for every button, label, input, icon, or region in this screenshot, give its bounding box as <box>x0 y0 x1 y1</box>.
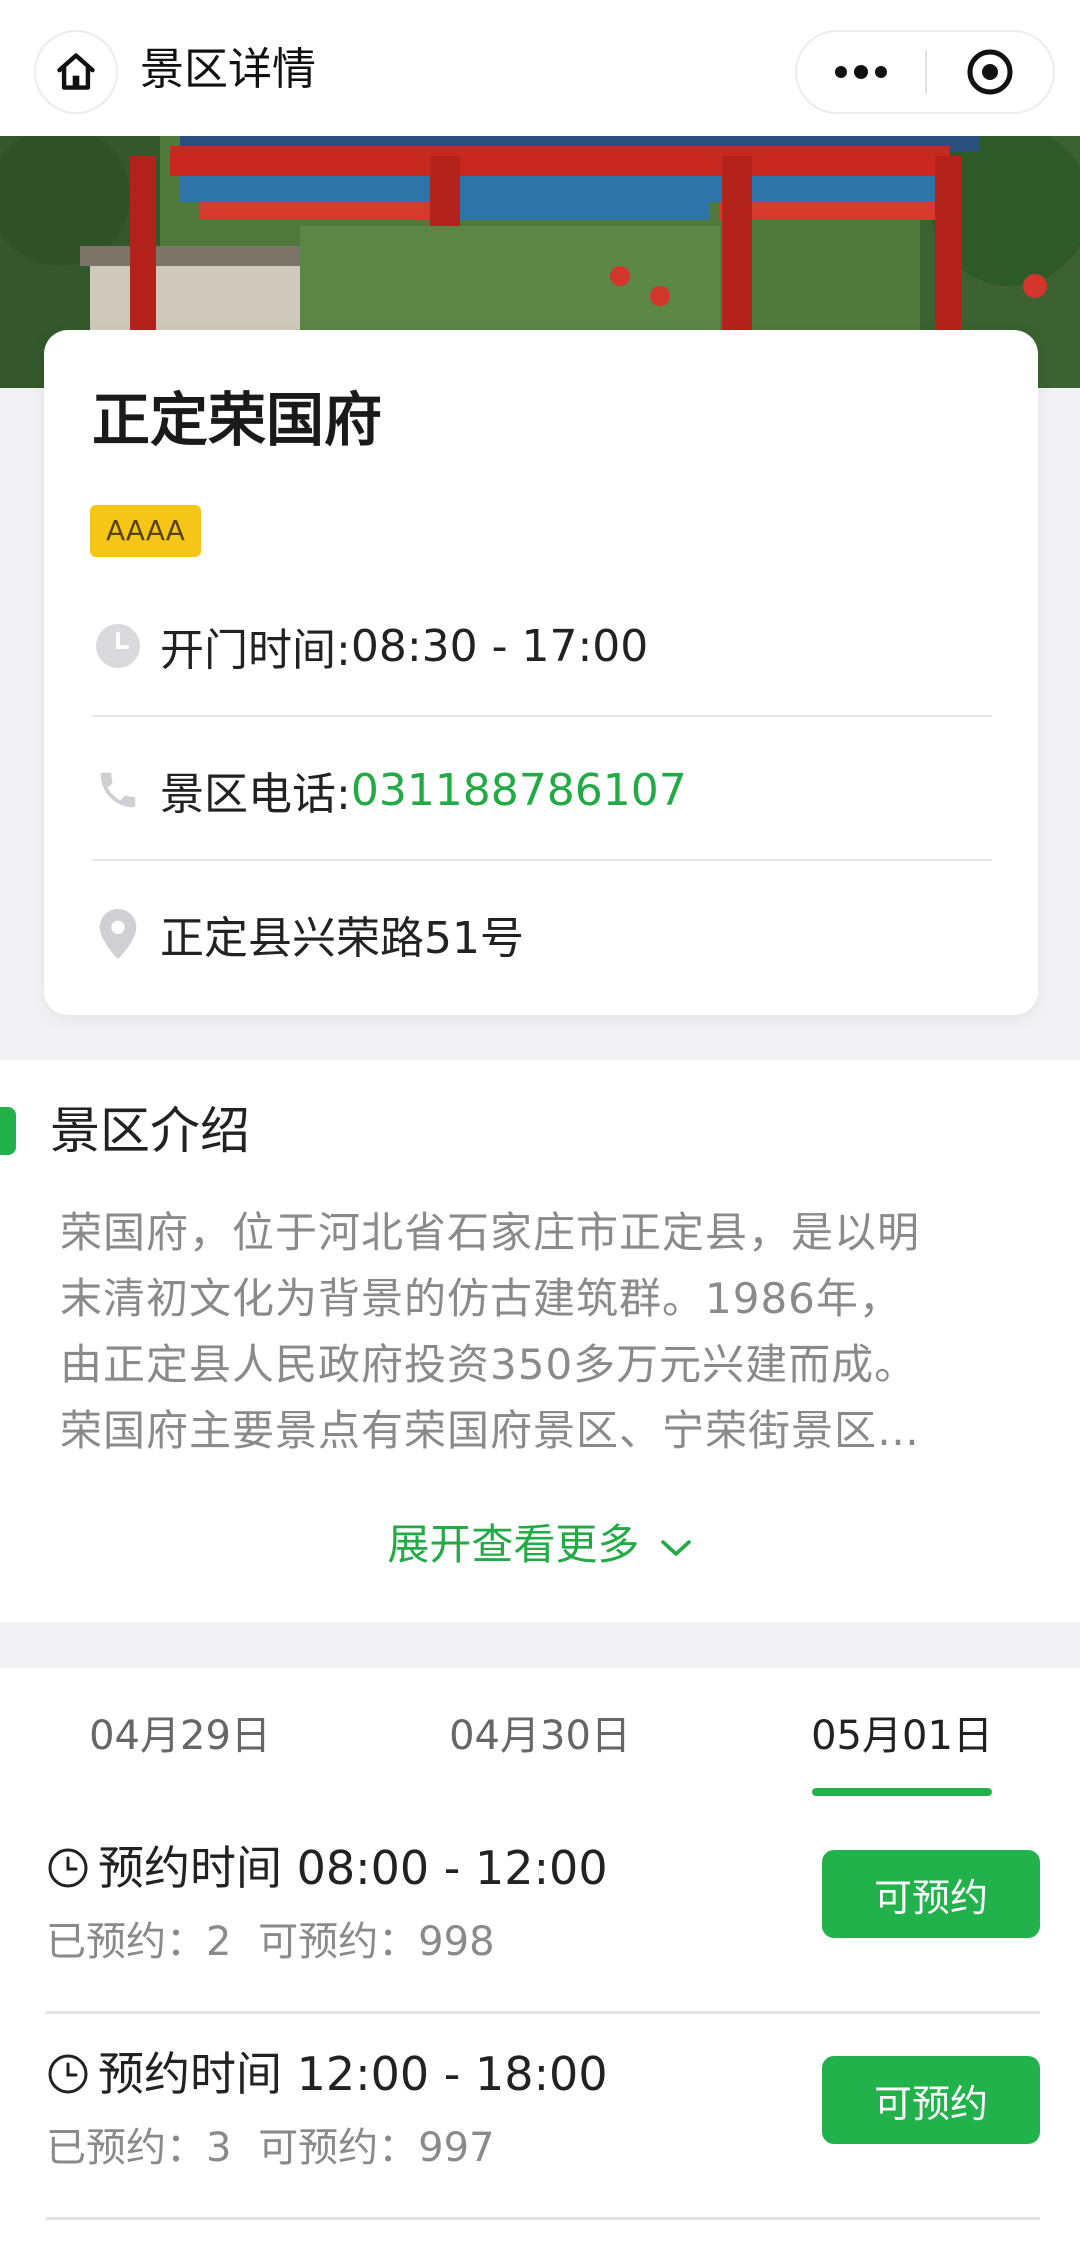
close-mini-program-button[interactable] <box>927 32 1053 112</box>
scenic-intro-section: 景区介绍 荣国府，位于河北省石家庄市正定县，是以明 末清初文化为背景的仿古建筑群… <box>0 1060 1080 1622</box>
slot-counts: 已预约：2 可预约：998 <box>46 1914 509 1970</box>
slot-time-label: 预约时间 08:00 - 12:00 <box>98 1841 608 1895</box>
time-slot: 预约时间 08:00 - 12:00 已预约：2 可预约：998 可预约 <box>46 1808 1040 2014</box>
address-row[interactable]: 正定县兴荣路51号 <box>92 894 992 974</box>
more-button[interactable] <box>797 32 925 112</box>
intro-text-line: 末清初文化为背景的仿古建筑群。1986年， <box>60 1274 902 1323</box>
date-tab[interactable]: 04月30日 <box>360 1708 720 1764</box>
expand-more-label: 展开查看更多 <box>387 1520 640 1569</box>
phone-row[interactable]: 景区电话: 031188786107 <box>92 750 992 830</box>
date-tab-active[interactable]: 05月01日 <box>722 1708 1080 1764</box>
divider <box>92 715 992 717</box>
intro-text-line: 荣国府，位于河北省石家庄市正定县，是以明 <box>60 1208 921 1257</box>
target-icon <box>967 49 1013 95</box>
page-title: 景区详情 <box>140 44 316 95</box>
home-button[interactable] <box>34 30 118 114</box>
intro-text: 荣国府，位于河北省石家庄市正定县，是以明 末清初文化为背景的仿古建筑群。1986… <box>60 1200 1020 1464</box>
mini-program-capsule <box>795 30 1055 114</box>
scenic-info-card: 正定荣国府 AAAA 开门时间: 08:30 - 17:00 景区电话: 031… <box>44 330 1038 1015</box>
clock-icon <box>92 620 144 672</box>
phone-icon <box>92 764 144 816</box>
clock-outline-icon <box>48 2054 88 2094</box>
expand-more-link[interactable]: 展开查看更多 <box>0 1515 1080 1575</box>
top-nav-bar: 景区详情 <box>0 0 1080 136</box>
phone-number-link[interactable]: 031188786107 <box>351 765 687 816</box>
booked-count: 已预约：2 <box>46 1919 232 1965</box>
slot-time: 预约时间 08:00 - 12:00 <box>46 1838 608 1898</box>
intro-section-title: 景区介绍 <box>50 1102 250 1160</box>
opening-hours-value: 08:30 - 17:00 <box>350 620 649 672</box>
opening-hours-row: 开门时间: 08:30 - 17:00 <box>92 606 992 686</box>
scenic-name: 正定荣国府 <box>92 386 383 454</box>
opening-hours-label: 开门时间: <box>160 625 351 676</box>
booked-count: 已预约：3 <box>46 2125 232 2171</box>
slot-time-label: 预约时间 12:00 - 18:00 <box>98 2047 608 2101</box>
active-tab-indicator <box>812 1788 992 1796</box>
available-count: 可预约：997 <box>258 2125 495 2171</box>
divider <box>92 859 992 861</box>
scenic-detail-page: 景区详情 正定荣国府 AAAA 开门时间: 08:30 - 17:00 景区电话… <box>0 0 1080 2255</box>
clock-outline-icon <box>48 1848 88 1888</box>
time-slot: 预约时间 12:00 - 18:00 已预约：3 可预约：997 可预约 <box>46 2014 1040 2220</box>
phone-label: 景区电话: <box>160 769 351 820</box>
chevron-down-icon <box>660 1539 691 1556</box>
address-text: 正定县兴荣路51号 <box>160 913 524 964</box>
intro-text-line: 荣国府主要景点有荣国府景区、宁荣街景区… <box>60 1406 921 1455</box>
date-tab[interactable]: 04月29日 <box>0 1708 360 1764</box>
reservation-section: 04月29日 04月30日 05月01日 预约时间 08:00 - 12:00 … <box>0 1668 1080 2255</box>
divider <box>46 2217 1040 2220</box>
reserve-button[interactable]: 可预约 <box>822 1850 1040 1938</box>
available-count: 可预约：998 <box>258 1919 495 1965</box>
scenic-level-badge: AAAA <box>90 505 201 557</box>
date-tabs: 04月29日 04月30日 05月01日 <box>0 1668 1080 1798</box>
home-icon <box>57 53 95 90</box>
slot-counts: 已预约：3 可预约：997 <box>46 2120 509 2176</box>
section-accent-bar <box>0 1107 16 1155</box>
location-pin-icon <box>92 908 144 960</box>
reserve-button[interactable]: 可预约 <box>822 2056 1040 2144</box>
more-dots-icon <box>835 65 887 79</box>
slot-time: 预约时间 12:00 - 18:00 <box>46 2044 608 2104</box>
intro-text-line: 由正定县人民政府投资350多万元兴建而成。 <box>60 1340 918 1389</box>
